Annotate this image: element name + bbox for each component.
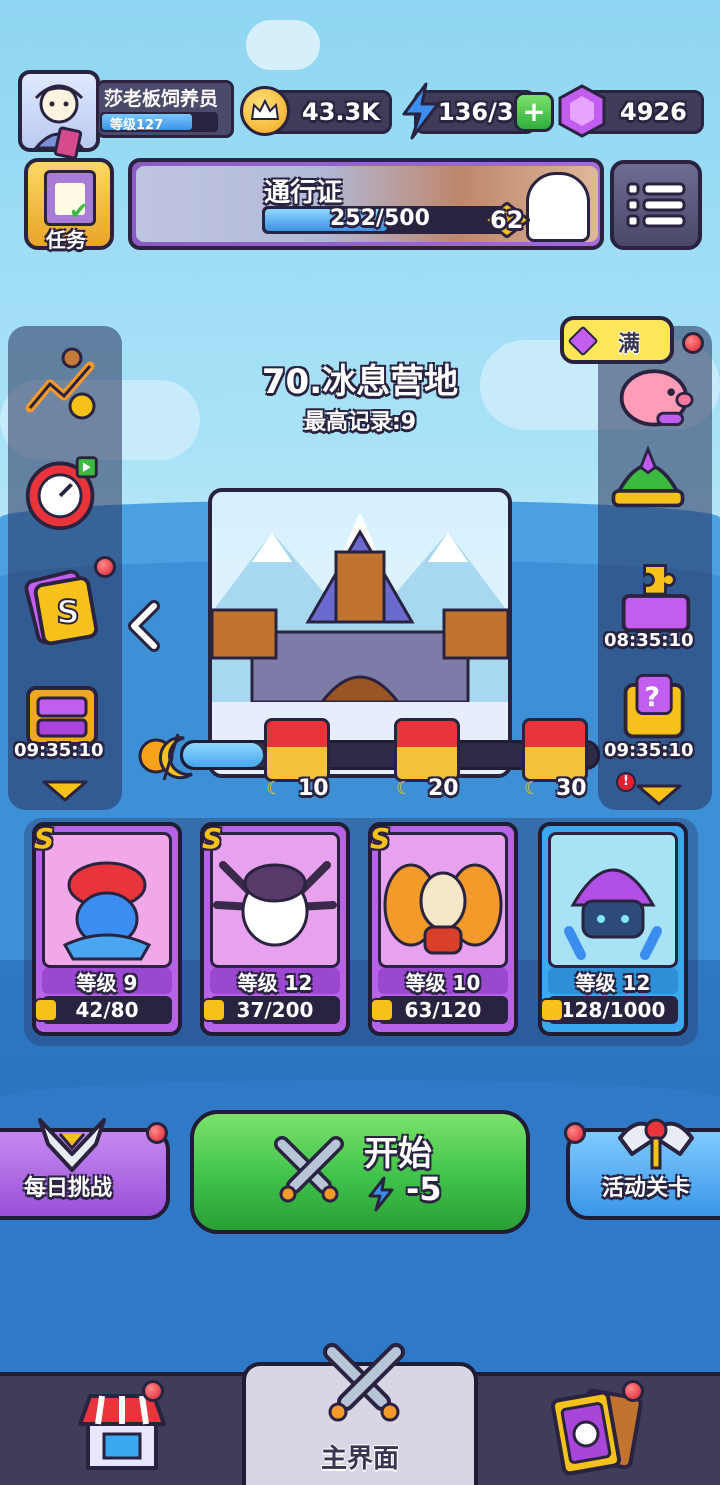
- hero-rank-badge: S: [370, 822, 391, 855]
- energy-amount: 136/30: [438, 98, 522, 126]
- start-button[interactable]: [190, 1110, 530, 1234]
- svg-text:S: S: [56, 593, 79, 631]
- menu-button[interactable]: [610, 160, 702, 250]
- hero-card[interactable]: S 等级 9 42/80: [32, 822, 182, 1036]
- crossed-swords-icon: [274, 1136, 344, 1203]
- ribbon-icon: [53, 125, 83, 161]
- piggy-notification-dot: [682, 332, 704, 354]
- target-timer-icon[interactable]: [22, 452, 102, 532]
- previous-stage-button[interactable]: [124, 600, 164, 656]
- chevron-left-icon: [128, 600, 160, 652]
- event-notification-dot: [564, 1122, 586, 1144]
- spider-hero-icon: [213, 861, 337, 947]
- crown-amount: 43.3K: [302, 98, 380, 126]
- hero-portrait: [210, 832, 340, 968]
- chest-1-label: 10: [298, 776, 329, 801]
- royal-crown-icon[interactable]: [608, 440, 688, 520]
- hero-portrait: [548, 832, 678, 968]
- hero-level: 等级 12: [210, 968, 340, 995]
- pass-title: 通行证: [264, 178, 343, 208]
- chevron-down-icon: [42, 780, 88, 802]
- right-timer-top: 08:35:10: [604, 630, 694, 651]
- pass-mascot-icon: [526, 172, 590, 242]
- gem-amount: 4926: [620, 98, 687, 126]
- daily-challenge-label: 每日挑战: [24, 1176, 113, 1201]
- stage-record: 最高记录:9: [303, 410, 417, 435]
- crossed-swords-icon: [323, 1343, 405, 1422]
- battle-pass-banner[interactable]: [128, 158, 604, 250]
- nav-home-label: 主界面: [320, 1444, 399, 1474]
- collection-notification-dot: [622, 1380, 644, 1402]
- alert-icon: !: [616, 772, 636, 792]
- winged-sword-icon: [614, 1108, 698, 1176]
- shop-notification-dot: [142, 1380, 164, 1402]
- add-energy-button[interactable]: +: [514, 92, 554, 132]
- puzzle-gift-icon[interactable]: [616, 556, 696, 636]
- hero-shard-progress: 42/80: [42, 996, 172, 1024]
- hero-level: 等级 9: [42, 968, 172, 995]
- puzzle-piece-icon: [202, 998, 226, 1022]
- nav-shop[interactable]: [0, 1376, 240, 1485]
- moon-icon: ☾: [266, 778, 283, 799]
- hero-level: 等级 12: [548, 968, 678, 995]
- left-panel-scroll-down[interactable]: [40, 778, 90, 808]
- gem-icon: [556, 84, 608, 142]
- puzzle-piece-icon: [540, 998, 564, 1022]
- shield-swords-icon: [30, 1114, 114, 1178]
- pass-level: 62: [490, 206, 524, 234]
- crown-icon: [240, 86, 290, 136]
- clipboard-icon: ✔: [44, 170, 96, 226]
- chest-3-label: 30: [556, 776, 587, 801]
- stage-progress-fill: [183, 743, 263, 767]
- stage-title: 70.冰息营地: [261, 362, 459, 402]
- plus-icon: +: [522, 95, 546, 128]
- puzzle-piece-icon: [34, 998, 58, 1022]
- chest-2-label: 20: [428, 776, 459, 801]
- start-label: 开始: [364, 1134, 432, 1174]
- reward-chest-1[interactable]: [264, 718, 330, 782]
- hero-shard-progress: 37/200: [210, 996, 340, 1024]
- quests-label: 任务: [46, 228, 86, 252]
- hero-portrait: [378, 832, 508, 968]
- cloud: [246, 20, 320, 70]
- pass-progress-text: 252/500: [330, 206, 430, 231]
- start-energy-cost: -5: [406, 1170, 442, 1208]
- right-panel-scroll-down[interactable]: [634, 782, 684, 812]
- ice-camp-castle-icon: [212, 512, 508, 774]
- nav-collection[interactable]: [480, 1376, 720, 1485]
- hero-rank-badge: S: [202, 822, 223, 855]
- player-level-label: 等级127: [110, 118, 164, 133]
- hero-card[interactable]: S 等级 10 63/120: [368, 822, 518, 1036]
- svg-text:?: ?: [645, 682, 660, 713]
- reward-chest-2[interactable]: [394, 718, 460, 782]
- chevron-down-icon: [636, 784, 682, 806]
- hero-card[interactable]: S 等级 12 37/200: [200, 822, 350, 1036]
- s-card-notification-dot: [94, 556, 116, 578]
- reward-chest-3[interactable]: [522, 718, 588, 782]
- moth-hero-icon: [383, 863, 503, 955]
- hero-level: 等级 10: [378, 968, 508, 995]
- hero-portrait: [42, 832, 172, 968]
- player-name: 莎老板饲养员: [104, 88, 219, 110]
- lightning-icon: [366, 1176, 396, 1216]
- flytrap-hero-icon: [62, 861, 152, 961]
- hero-rank-badge: S: [34, 822, 55, 855]
- list-menu-icon: [626, 182, 686, 228]
- left-timer: 09:35:10: [14, 740, 104, 761]
- moon-icon: ☾: [396, 778, 413, 799]
- hero-card[interactable]: 等级 12 128/1000: [538, 822, 688, 1036]
- gem-mini-icon: [567, 325, 599, 357]
- hero-shard-progress: 128/1000: [548, 996, 678, 1024]
- mystery-box-icon[interactable]: ?: [616, 664, 696, 744]
- daily-notification-dot: [146, 1122, 168, 1144]
- event-stage-label: 活动关卡: [602, 1176, 691, 1201]
- hero-shard-progress: 63/120: [378, 996, 508, 1024]
- s-card-icon[interactable]: S: [24, 566, 104, 646]
- nav-home[interactable]: 主界面: [242, 1343, 478, 1485]
- stage-preview[interactable]: [208, 488, 512, 778]
- moon-icon: ☾: [524, 778, 541, 799]
- puzzle-piece-icon: [370, 998, 394, 1022]
- right-timer-bottom: 09:35:10: [604, 740, 694, 761]
- jellyfish-hero-icon: [564, 868, 662, 960]
